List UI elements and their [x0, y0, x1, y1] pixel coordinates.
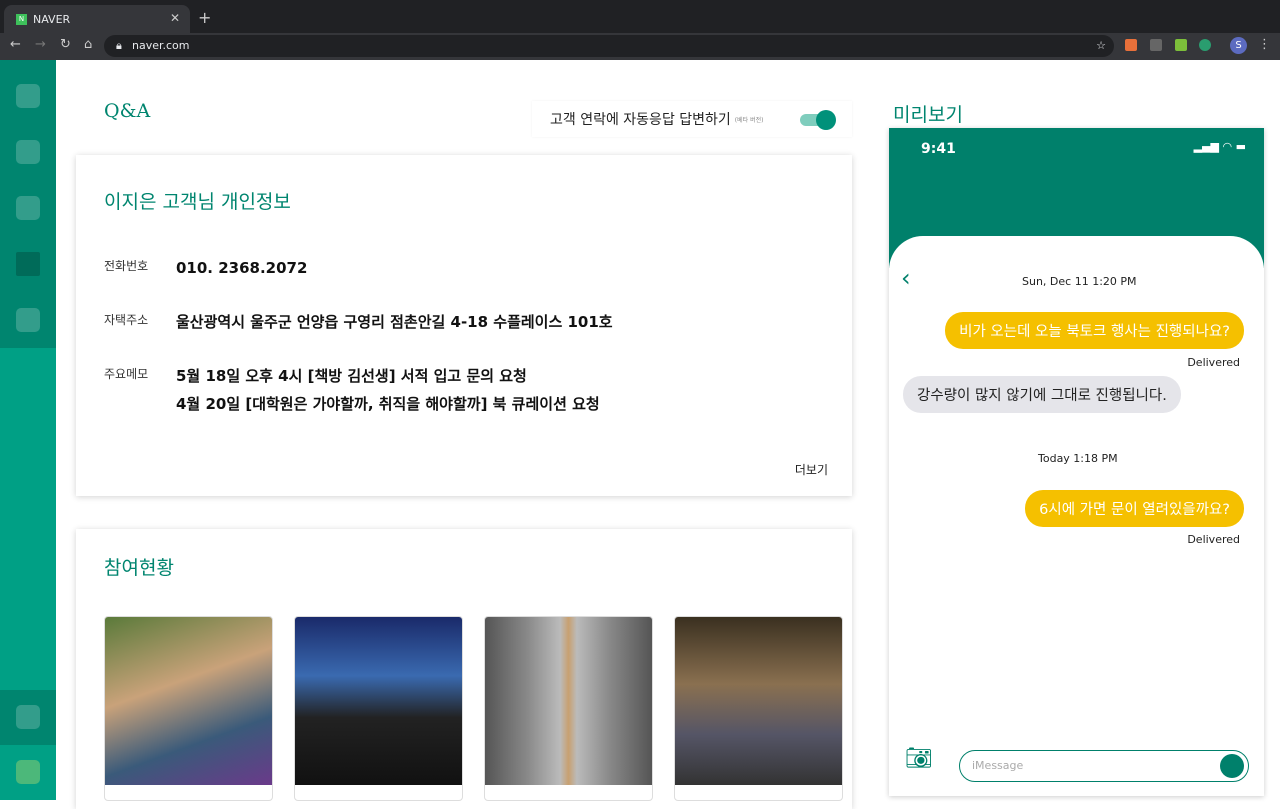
qa-title: Q&A: [104, 100, 151, 122]
sidebar: [0, 60, 56, 800]
microphone-icon[interactable]: [1220, 754, 1244, 778]
star-icon[interactable]: ☆: [1096, 35, 1106, 57]
profile-avatar[interactable]: S: [1230, 37, 1247, 54]
received-message: 강수량이 많지 않기에 그대로 진행됩니다.: [903, 376, 1181, 413]
memo-label: 주요메모: [104, 367, 149, 381]
grammarly-icon[interactable]: [1199, 39, 1211, 51]
tab-title: NAVER: [33, 12, 71, 26]
camera-icon[interactable]: 📷︎: [905, 746, 933, 771]
message-input[interactable]: iMessage: [959, 750, 1249, 782]
phone-value: 010. 2368.2072: [176, 259, 308, 277]
memo-item: 4월 20일 [대학원은 가야할까, 취직을 해야할까] 북 큐레이션 요청: [176, 395, 600, 413]
customer-title: 이지은 고객님 개인정보: [104, 191, 291, 213]
extension-icon[interactable]: [1175, 39, 1187, 51]
extension-icon[interactable]: [1150, 39, 1162, 51]
participation-card: 참여현황: [76, 529, 852, 809]
home-icon[interactable]: ⌂: [84, 37, 92, 52]
new-tab-icon[interactable]: +: [198, 8, 211, 27]
preview-title: 미리보기: [893, 104, 963, 126]
auto-reply-label: 고객 연락에 자동응답 답변하기: [550, 112, 731, 128]
phone-preview: 9:41 ▂▄▆ ◠ ▬ ‹ Sun, Dec 11 1:20 PM 비가 오는데…: [889, 128, 1264, 796]
back-chevron-icon[interactable]: ‹: [901, 264, 911, 292]
timestamp: Sun, Dec 11 1:20 PM: [1022, 275, 1137, 288]
address-bar[interactable]: 🔒︎ naver.com ☆: [104, 35, 1114, 57]
lock-icon: 🔒︎: [116, 39, 122, 52]
memo-item: 5월 18일 오후 4시 [책방 김선생] 서적 입고 문의 요청: [176, 367, 527, 385]
sidebar-item[interactable]: [16, 196, 40, 220]
auto-reply-setting: 고객 연락에 자동응답 답변하기 (베타 버전): [532, 101, 852, 137]
auto-reply-toggle[interactable]: [800, 110, 836, 130]
back-icon[interactable]: ←: [10, 37, 21, 52]
sidebar-item-active[interactable]: [16, 252, 40, 276]
phone-label: 전화번호: [104, 259, 149, 273]
reload-icon[interactable]: ↻: [60, 37, 71, 52]
url-text: naver.com: [132, 39, 190, 52]
input-placeholder: iMessage: [972, 759, 1024, 772]
customer-info-card: 이지은 고객님 개인정보 전화번호 010. 2368.2072 자택주소 울산광역…: [76, 155, 852, 496]
status-icons: ▂▄▆ ◠ ▬: [1193, 140, 1246, 153]
menu-icon[interactable]: ⋮: [1258, 37, 1271, 52]
participation-title: 참여현황: [104, 557, 174, 579]
sidebar-item[interactable]: [16, 705, 40, 729]
address-value: 울산광역시 울주군 언양읍 구영리 점촌안길 4-18 수플레이스 101호: [176, 313, 613, 331]
sidebar-item[interactable]: [16, 760, 40, 784]
participation-photo[interactable]: [104, 616, 273, 801]
more-link[interactable]: 더보기: [795, 461, 828, 478]
delivered-status: Delivered: [1187, 356, 1240, 369]
naver-favicon: N: [16, 13, 27, 25]
forward-icon[interactable]: →: [35, 37, 46, 52]
sent-message: 비가 오는데 오늘 북토크 행사는 진행되나요?: [945, 312, 1244, 349]
participation-photo[interactable]: [674, 616, 843, 801]
close-tab-icon[interactable]: ✕: [170, 11, 180, 25]
browser-toolbar: ← → ↻ ⌂ 🔒︎ naver.com ☆ S ⋮: [0, 33, 1280, 60]
timestamp: Today 1:18 PM: [1038, 452, 1118, 465]
delivered-status: Delivered: [1187, 533, 1240, 546]
sidebar-item[interactable]: [16, 308, 40, 332]
status-time: 9:41: [921, 141, 956, 157]
sidebar-item[interactable]: [16, 140, 40, 164]
browser-tabbar: N NAVER ✕ +: [0, 0, 1280, 33]
sidebar-item[interactable]: [16, 84, 40, 108]
participation-photo[interactable]: [294, 616, 463, 801]
beta-label: (베타 버전): [734, 116, 764, 124]
participation-photo[interactable]: [484, 616, 653, 801]
extension-icon[interactable]: [1125, 39, 1137, 51]
sent-message: 6시에 가면 문이 열려있을까요?: [1025, 490, 1244, 527]
browser-tab[interactable]: N NAVER ✕: [4, 5, 190, 33]
address-label: 자택주소: [104, 313, 149, 327]
